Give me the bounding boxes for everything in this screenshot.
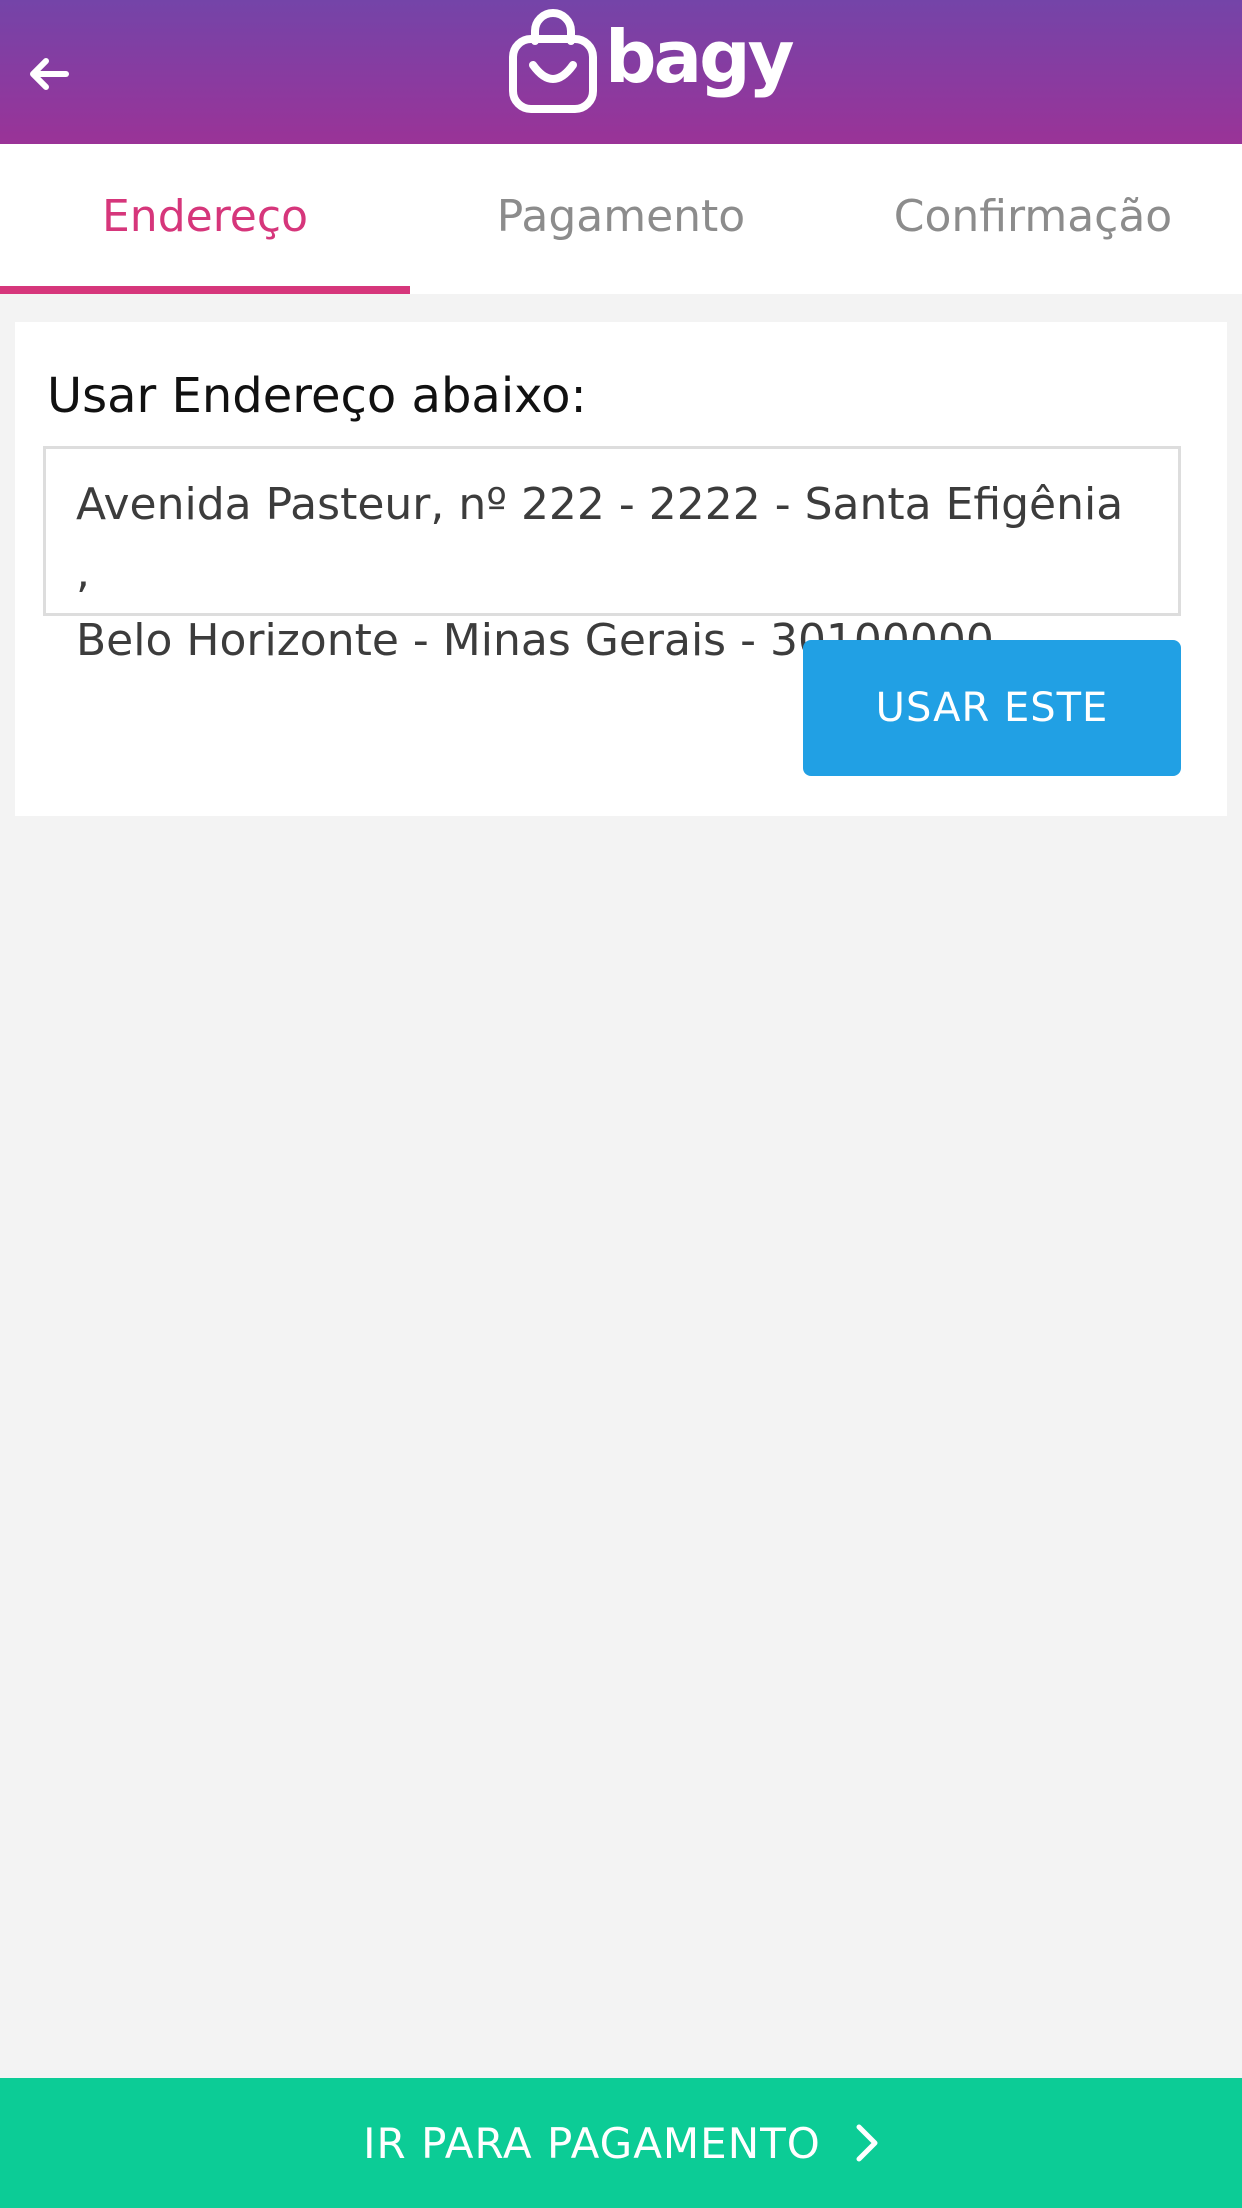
tab-pagamento[interactable]: Pagamento (416, 144, 826, 288)
tab-confirmacao[interactable]: Confirmação (828, 144, 1238, 288)
address-line-1: Avenida Pasteur, nº 222 - 2222 - Santa E… (76, 479, 1124, 598)
tab-endereco[interactable]: Endereço (0, 144, 410, 288)
app-header: bagy (0, 0, 1242, 144)
shopping-bag-icon (509, 9, 597, 113)
active-tab-indicator (0, 286, 410, 294)
use-this-address-button[interactable]: USAR ESTE (803, 640, 1181, 776)
go-to-payment-button[interactable]: IR PARA PAGAMENTO (0, 2078, 1242, 2208)
chevron-right-icon (855, 2123, 879, 2163)
address-display-field[interactable]: Avenida Pasteur, nº 222 - 2222 - Santa E… (43, 446, 1181, 666)
address-section-label: Usar Endereço abaixo: (47, 368, 587, 424)
go-to-payment-label: IR PARA PAGAMENTO (363, 2118, 821, 2168)
checkout-steps-tabs: Endereço Pagamento Confirmação (0, 144, 1242, 294)
brand-logo: bagy (507, 6, 795, 116)
address-card: Usar Endereço abaixo: Avenida Pasteur, n… (15, 322, 1227, 816)
back-button[interactable] (22, 38, 78, 110)
brand-logo-text: bagy (605, 15, 795, 99)
arrow-left-icon (30, 58, 69, 90)
